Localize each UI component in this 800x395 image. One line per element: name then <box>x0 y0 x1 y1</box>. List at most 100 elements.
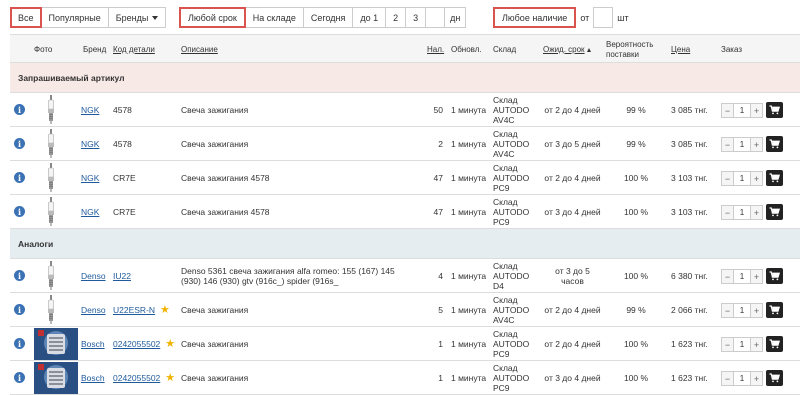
filter-2-days-button[interactable]: 2 <box>385 7 407 28</box>
header-expected-term[interactable]: Ожид. срок <box>543 35 591 64</box>
info-icon[interactable]: i <box>14 172 25 183</box>
cart-icon <box>769 105 780 115</box>
quantity-value[interactable]: 1 <box>734 205 750 220</box>
quantity-value[interactable]: 1 <box>734 171 750 186</box>
quantity-value[interactable]: 1 <box>734 337 750 352</box>
brand-link[interactable]: Denso <box>81 305 106 315</box>
part-code[interactable]: IU22 <box>113 271 131 281</box>
increment-button[interactable]: + <box>750 269 763 284</box>
info-icon[interactable]: i <box>14 138 25 149</box>
pcs-unit-label: шт <box>617 12 629 23</box>
quantity-stepper[interactable]: − 1 + <box>721 205 763 220</box>
filter-any-availability-button[interactable]: Любое наличие <box>493 7 577 28</box>
section-requested-article: Запрашиваемый артикул <box>10 63 800 93</box>
filter-in-stock-button[interactable]: На складе <box>244 7 304 28</box>
info-icon[interactable]: i <box>14 304 25 315</box>
part-code[interactable]: 4578 <box>113 139 132 149</box>
decrement-button[interactable]: − <box>721 137 734 152</box>
part-photo[interactable] <box>47 163 55 193</box>
decrement-button[interactable]: − <box>721 171 734 186</box>
brand-link[interactable]: Denso <box>81 271 106 281</box>
info-icon[interactable]: i <box>14 338 25 349</box>
days-input[interactable] <box>425 7 446 28</box>
increment-button[interactable]: + <box>750 371 763 386</box>
decrement-button[interactable]: − <box>721 205 734 220</box>
quantity-value[interactable]: 1 <box>734 269 750 284</box>
brand-link[interactable]: NGK <box>81 105 99 115</box>
filter-3-days-button[interactable]: 3 <box>405 7 427 28</box>
filter-brands-dropdown[interactable]: Бренды <box>107 7 167 28</box>
brand-link[interactable]: Bosch <box>81 339 105 349</box>
decrement-button[interactable]: − <box>721 269 734 284</box>
quantity-stepper[interactable]: − 1 + <box>721 137 763 152</box>
brand-link[interactable]: NGK <box>81 173 99 183</box>
quantity-stepper[interactable]: − 1 + <box>721 371 763 386</box>
quantity-stepper[interactable]: − 1 + <box>721 269 763 284</box>
info-icon[interactable]: i <box>14 270 25 281</box>
probability-value: 100 % <box>623 338 649 349</box>
part-photo[interactable] <box>47 95 55 125</box>
increment-button[interactable]: + <box>750 103 763 118</box>
decrement-button[interactable]: − <box>721 371 734 386</box>
filter-popular-button[interactable]: Популярные <box>40 7 109 28</box>
add-to-cart-button[interactable] <box>766 268 783 284</box>
add-to-cart-button[interactable] <box>766 204 783 220</box>
filter-any-term-button[interactable]: Любой срок <box>179 7 246 28</box>
brand-link[interactable]: NGK <box>81 207 99 217</box>
quantity-stepper[interactable]: − 1 + <box>721 337 763 352</box>
info-icon[interactable]: i <box>14 206 25 217</box>
section-analogs-title: Аналоги <box>18 239 54 249</box>
increment-button[interactable]: + <box>750 337 763 352</box>
filter-to1-button[interactable]: до 1 <box>352 7 387 28</box>
min-quantity-input[interactable] <box>593 7 614 28</box>
part-photo[interactable] <box>47 295 55 325</box>
part-photo[interactable] <box>47 261 55 291</box>
header-description[interactable]: Описание <box>181 35 218 64</box>
quantity-value[interactable]: 1 <box>734 303 750 318</box>
quantity-stepper[interactable]: − 1 + <box>721 171 763 186</box>
table-row: i NGK 4578★ Свеча зажигания 50 1 минута … <box>10 93 800 127</box>
header-code[interactable]: Код детали <box>113 35 155 64</box>
add-to-cart-button[interactable] <box>766 302 783 318</box>
filter-all-button[interactable]: Все <box>10 7 42 28</box>
increment-button[interactable]: + <box>750 137 763 152</box>
part-code[interactable]: 0242055502 <box>113 339 160 349</box>
header-brand: Бренд <box>83 44 107 54</box>
add-to-cart-button[interactable] <box>766 102 783 118</box>
add-to-cart-button[interactable] <box>766 336 783 352</box>
part-code[interactable]: 4578 <box>113 105 132 115</box>
price-value: 6 380 тнг. <box>671 270 708 281</box>
part-code[interactable]: CR7E <box>113 173 136 183</box>
filter-today-button[interactable]: Сегодня <box>302 7 354 28</box>
decrement-button[interactable]: − <box>721 103 734 118</box>
add-to-cart-button[interactable] <box>766 370 783 386</box>
cart-icon <box>769 139 780 149</box>
info-icon[interactable]: i <box>14 104 25 115</box>
part-code[interactable]: CR7E <box>113 207 136 217</box>
part-photo[interactable] <box>47 129 55 159</box>
part-photo[interactable] <box>47 197 55 227</box>
quantity-stepper[interactable]: − 1 + <box>721 103 763 118</box>
quantity-value[interactable]: 1 <box>734 137 750 152</box>
header-availability[interactable]: Нал. <box>427 35 444 64</box>
brand-link[interactable]: Bosch <box>81 373 105 383</box>
part-code[interactable]: 0242055502 <box>113 373 160 383</box>
table-row: i Bosch 0242055502 ★ Свеча зажигания 1 1 … <box>10 361 800 395</box>
part-photo[interactable] <box>34 328 78 360</box>
quantity-value[interactable]: 1 <box>734 103 750 118</box>
header-price[interactable]: Цена <box>671 35 690 64</box>
increment-button[interactable]: + <box>750 171 763 186</box>
increment-button[interactable]: + <box>750 205 763 220</box>
info-icon[interactable]: i <box>14 372 25 383</box>
part-code[interactable]: U22ESR-N <box>113 305 155 315</box>
increment-button[interactable]: + <box>750 303 763 318</box>
brand-link[interactable]: NGK <box>81 139 99 149</box>
header-photo: Фото <box>34 44 53 54</box>
decrement-button[interactable]: − <box>721 337 734 352</box>
decrement-button[interactable]: − <box>721 303 734 318</box>
add-to-cart-button[interactable] <box>766 136 783 152</box>
quantity-stepper[interactable]: − 1 + <box>721 303 763 318</box>
part-photo[interactable] <box>34 362 78 394</box>
add-to-cart-button[interactable] <box>766 170 783 186</box>
quantity-value[interactable]: 1 <box>734 371 750 386</box>
